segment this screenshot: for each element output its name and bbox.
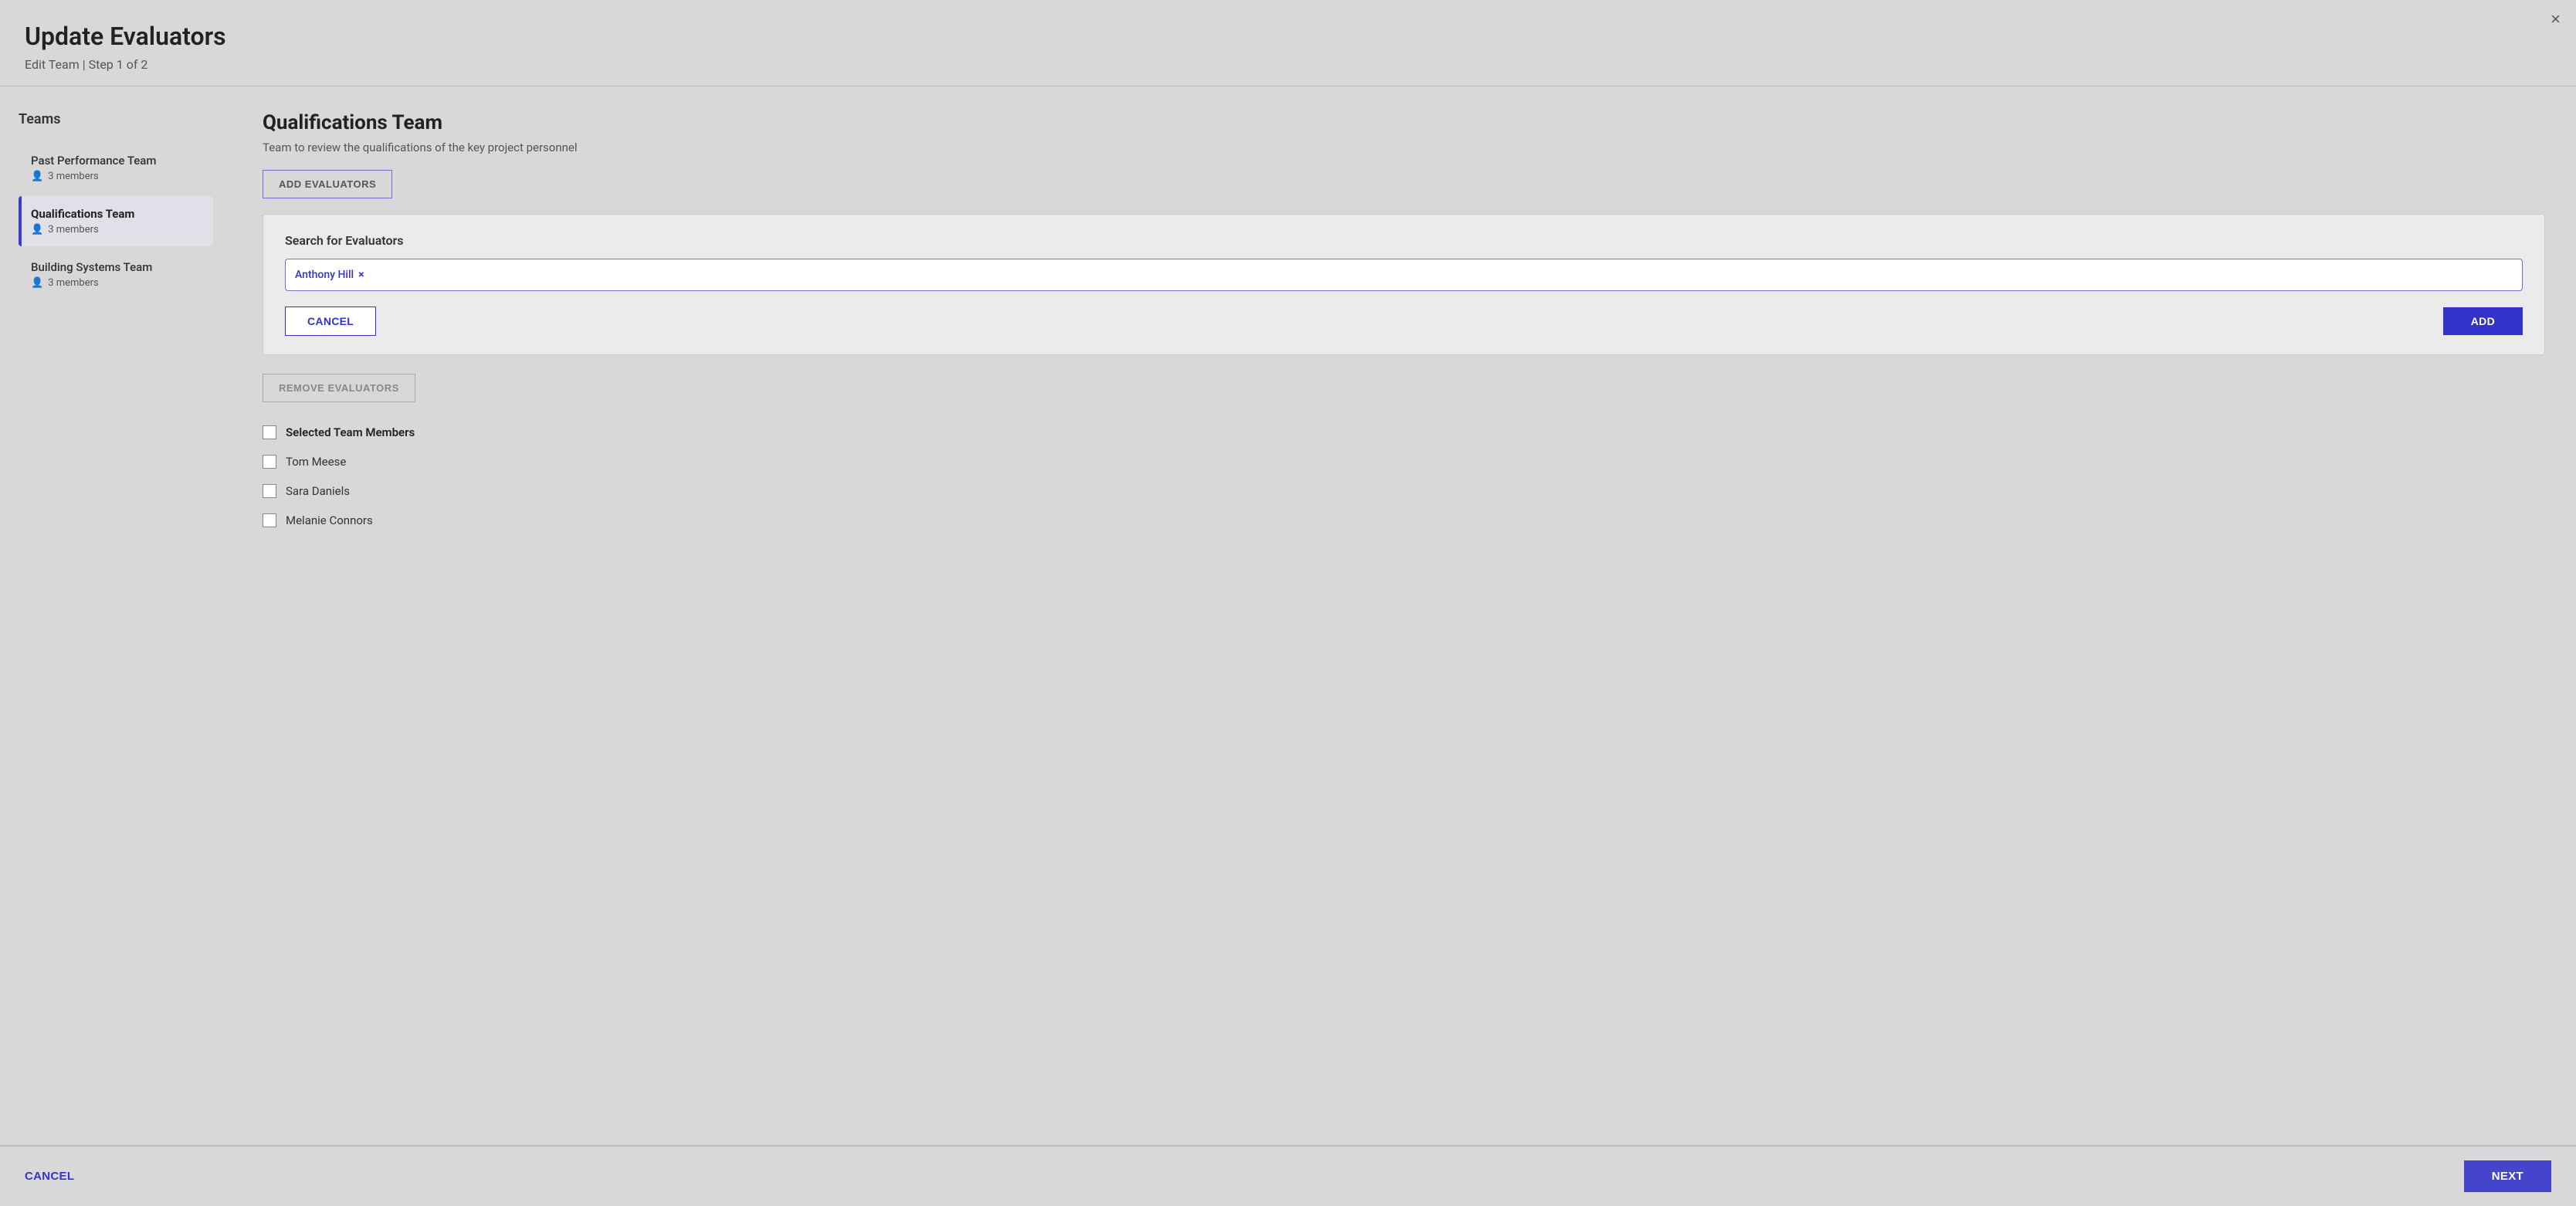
remove-evaluators-button[interactable]: REMOVE EVALUATORS (263, 374, 415, 402)
person-icon-building: 👤 (31, 277, 43, 289)
search-actions: CANCEL ADD (285, 307, 2523, 336)
checkbox-sara-daniels[interactable] (263, 484, 276, 498)
sidebar-title: Teams (19, 111, 213, 127)
member-name-tom: Tom Meese (286, 455, 346, 469)
tag-remove-icon[interactable]: × (358, 269, 364, 280)
member-name-melanie: Melanie Connors (286, 513, 373, 527)
member-list: Selected Team Members Tom Meese Sara Dan… (263, 418, 2545, 535)
person-icon-qual: 👤 (31, 224, 43, 235)
list-item-header: Selected Team Members (263, 418, 2545, 447)
sidebar: Teams Past Performance Team 👤 3 members … (0, 86, 232, 1145)
sidebar-item-building-systems[interactable]: Building Systems Team 👤 3 members (19, 249, 213, 300)
team-name-qualifications: Qualifications Team (31, 207, 201, 221)
add-evaluators-button[interactable]: ADD EVALUATORS (263, 170, 392, 198)
close-button[interactable]: × (2551, 9, 2561, 29)
team-name-past-performance: Past Performance Team (31, 154, 201, 168)
checkbox-melanie-connors[interactable] (263, 513, 276, 527)
team-name-building: Building Systems Team (31, 260, 201, 274)
search-container: Search for Evaluators Anthony Hill × CAN… (263, 214, 2545, 355)
checkbox-selected-all[interactable] (263, 425, 276, 439)
list-item-melanie-connors: Melanie Connors (263, 506, 2545, 535)
footer: CANCEL NEXT (0, 1146, 2576, 1206)
search-add-button[interactable]: ADD (2443, 307, 2523, 335)
search-tag-anthony-hill: Anthony Hill × (295, 269, 364, 281)
list-item-sara-daniels: Sara Daniels (263, 476, 2545, 506)
checkbox-tom-meese[interactable] (263, 455, 276, 469)
members-count-qual: 3 members (48, 224, 99, 235)
footer-next-button[interactable]: NEXT (2464, 1160, 2551, 1192)
right-panel: Qualifications Team Team to review the q… (232, 86, 2576, 1145)
person-icon-past: 👤 (31, 171, 43, 182)
members-count-building: 3 members (48, 277, 99, 289)
search-label: Search for Evaluators (285, 233, 2523, 248)
selected-team-members-label: Selected Team Members (286, 425, 415, 439)
sidebar-item-past-performance[interactable]: Past Performance Team 👤 3 members (19, 143, 213, 193)
search-cancel-button[interactable]: CANCEL (285, 307, 376, 336)
panel-description: Team to review the qualifications of the… (263, 141, 2545, 154)
members-count-past: 3 members (48, 171, 99, 182)
sidebar-item-qualifications[interactable]: Qualifications Team 👤 3 members (19, 196, 213, 246)
list-item-tom-meese: Tom Meese (263, 447, 2545, 476)
footer-cancel-button[interactable]: CANCEL (25, 1170, 74, 1183)
panel-title: Qualifications Team (263, 111, 2545, 134)
search-input-wrapper[interactable]: Anthony Hill × (285, 259, 2523, 291)
member-name-sara: Sara Daniels (286, 484, 350, 498)
tag-name: Anthony Hill (295, 269, 354, 281)
page-title: Update Evaluators (25, 22, 2551, 51)
step-subtitle: Edit Team | Step 1 of 2 (25, 57, 2551, 72)
